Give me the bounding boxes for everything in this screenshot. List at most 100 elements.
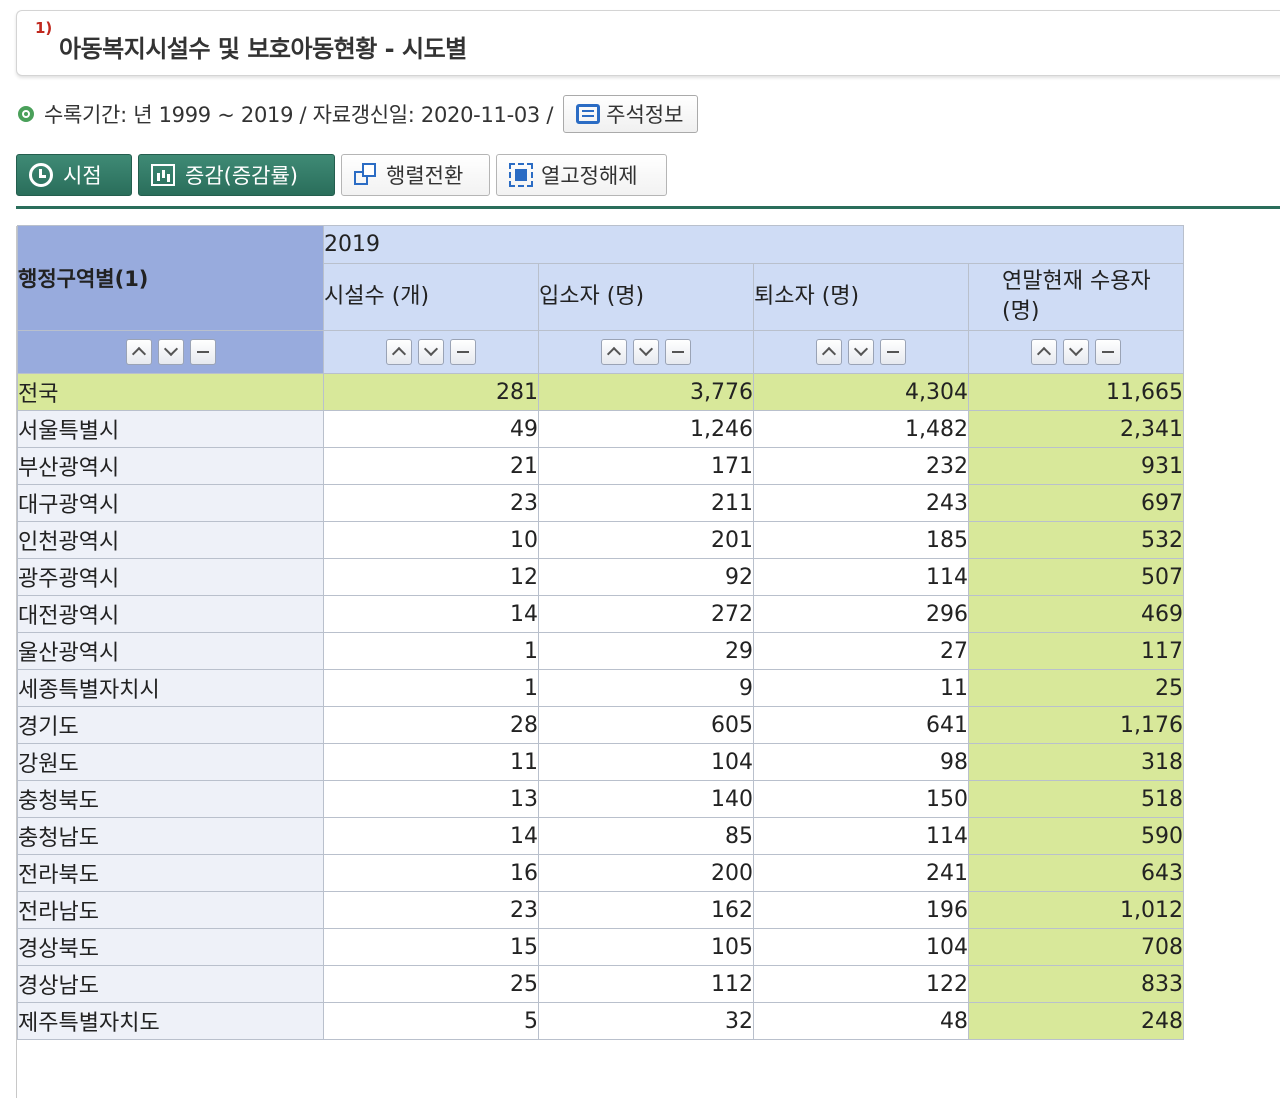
table-row: 서울특별시 49 1,246 1,482 2,341 xyxy=(17,410,1184,448)
value-cell: 25 xyxy=(968,669,1184,707)
collapse-icon[interactable] xyxy=(880,339,906,365)
table-row: 제주특별자치도 5 32 48 248 xyxy=(17,1002,1184,1040)
value-cell: 232 xyxy=(753,447,969,485)
value-cell: 32 xyxy=(538,1002,754,1040)
sort-descending-icon[interactable] xyxy=(157,339,184,365)
note-info-button[interactable]: 주석정보 xyxy=(563,95,699,133)
table-row: 경상북도 15 105 104 708 xyxy=(17,928,1184,966)
value-cell: 211 xyxy=(538,484,754,522)
value-cell: 85 xyxy=(538,817,754,855)
value-cell: 21 xyxy=(323,447,539,485)
value-cell: 532 xyxy=(968,521,1184,559)
title-number: 1) xyxy=(35,19,53,37)
value-cell: 49 xyxy=(323,410,539,448)
value-cell: 140 xyxy=(538,780,754,818)
sort-controls xyxy=(17,330,324,374)
region-cell: 충청북도 xyxy=(17,780,324,818)
value-cell: 708 xyxy=(968,928,1184,966)
region-cell: 경기도 xyxy=(17,706,324,744)
sort-descending-icon[interactable] xyxy=(418,339,444,365)
value-cell: 117 xyxy=(968,632,1184,670)
value-cell: 1,482 xyxy=(753,410,969,448)
unfreeze-button[interactable]: 열고정해제 xyxy=(496,154,667,196)
period-row: 수록기간: 년 1999 ~ 2019 / 자료갱신일: 2020-11-03 … xyxy=(18,92,699,136)
sort-ascending-icon[interactable] xyxy=(125,339,152,365)
table-row: 충청북도 13 140 150 518 xyxy=(17,780,1184,818)
collapse-icon[interactable] xyxy=(665,339,691,365)
pivot-button[interactable]: 행렬전환 xyxy=(341,154,490,196)
value-cell: 48 xyxy=(753,1002,969,1040)
value-cell: 1 xyxy=(323,669,539,707)
value-cell: 201 xyxy=(538,521,754,559)
unfreeze-icon xyxy=(509,163,533,187)
sort-ascending-icon[interactable] xyxy=(386,339,412,365)
value-cell: 469 xyxy=(968,595,1184,633)
value-cell: 29 xyxy=(538,632,754,670)
time-point-button[interactable]: 시점 xyxy=(16,154,132,196)
sort-ascending-icon[interactable] xyxy=(816,339,842,365)
value-cell: 16 xyxy=(323,854,539,892)
value-cell: 150 xyxy=(753,780,969,818)
region-cell: 제주특별자치도 xyxy=(17,1002,324,1040)
change-rate-label: 증감(증감률) xyxy=(185,164,298,188)
note-info-label: 주석정보 xyxy=(606,103,684,127)
sort-descending-icon[interactable] xyxy=(633,339,659,365)
value-cell: 104 xyxy=(538,743,754,781)
value-cell: 13 xyxy=(323,780,539,818)
column-header: 연말현재 수용자 (명) xyxy=(968,263,1184,331)
value-cell: 590 xyxy=(968,817,1184,855)
collapse-icon[interactable] xyxy=(189,339,216,365)
value-cell: 92 xyxy=(538,558,754,596)
collapse-icon[interactable] xyxy=(450,339,476,365)
value-cell: 114 xyxy=(753,558,969,596)
region-cell: 전라북도 xyxy=(17,854,324,892)
value-cell: 318 xyxy=(968,743,1184,781)
value-cell: 1,176 xyxy=(968,706,1184,744)
value-cell: 697 xyxy=(968,484,1184,522)
pivot-icon xyxy=(354,163,378,187)
sort-controls xyxy=(753,330,969,374)
change-rate-button[interactable]: 증감(증감률) xyxy=(138,154,335,196)
sort-ascending-icon[interactable] xyxy=(1031,339,1057,365)
region-cell: 전라남도 xyxy=(17,891,324,929)
value-cell: 14 xyxy=(323,595,539,633)
value-cell: 296 xyxy=(753,595,969,633)
sort-descending-icon[interactable] xyxy=(848,339,874,365)
table-row: 전국 281 3,776 4,304 11,665 xyxy=(17,373,1184,411)
sort-ascending-icon[interactable] xyxy=(601,339,627,365)
value-cell: 104 xyxy=(753,928,969,966)
region-cell: 부산광역시 xyxy=(17,447,324,485)
value-cell: 9 xyxy=(538,669,754,707)
value-cell: 162 xyxy=(538,891,754,929)
sort-row xyxy=(17,330,1184,374)
value-cell: 281 xyxy=(323,373,539,411)
table-row: 울산광역시 1 29 27 117 xyxy=(17,632,1184,670)
value-cell: 10 xyxy=(323,521,539,559)
value-cell: 12 xyxy=(323,558,539,596)
value-cell: 833 xyxy=(968,965,1184,1003)
value-cell: 507 xyxy=(968,558,1184,596)
data-table: 행정구역별(1) 2019 시설수 (개) 입소자 (명) 퇴소자 (명) 연말… xyxy=(17,225,1184,1040)
value-cell: 931 xyxy=(968,447,1184,485)
corner-header: 행정구역별(1) xyxy=(17,225,324,331)
sort-controls xyxy=(323,330,539,374)
page-title: 아동복지시설수 및 보호아동현황 - 시도별 xyxy=(59,35,467,63)
value-cell: 171 xyxy=(538,447,754,485)
sort-descending-icon[interactable] xyxy=(1063,339,1089,365)
comment-icon xyxy=(576,104,601,124)
title-box: 1) 아동복지시설수 및 보호아동현황 - 시도별 xyxy=(16,10,1280,76)
region-cell: 대구광역시 xyxy=(17,484,324,522)
region-cell: 강원도 xyxy=(17,743,324,781)
value-cell: 3,776 xyxy=(538,373,754,411)
collapse-icon[interactable] xyxy=(1095,339,1121,365)
table-row: 대전광역시 14 272 296 469 xyxy=(17,595,1184,633)
value-cell: 23 xyxy=(323,891,539,929)
sort-controls xyxy=(968,330,1184,374)
value-cell: 1,012 xyxy=(968,891,1184,929)
value-cell: 28 xyxy=(323,706,539,744)
value-cell: 272 xyxy=(538,595,754,633)
toolbar: 시점 증감(증감률) 행렬전환 열고정해제 xyxy=(16,154,667,196)
table-row: 대구광역시 23 211 243 697 xyxy=(17,484,1184,522)
value-cell: 2,341 xyxy=(968,410,1184,448)
toolbar-divider xyxy=(16,206,1280,209)
